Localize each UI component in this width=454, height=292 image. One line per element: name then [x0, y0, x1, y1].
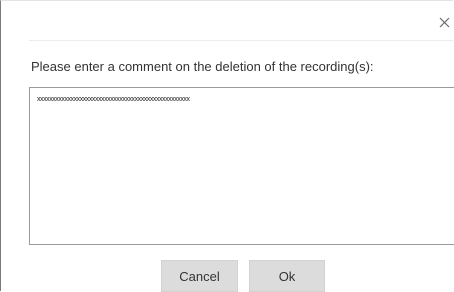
delete-comment-dialog: Please enter a comment on the deletion o… — [0, 0, 454, 292]
close-icon[interactable] — [437, 15, 453, 31]
header-divider — [29, 40, 453, 41]
ok-button[interactable]: Ok — [249, 260, 325, 292]
dialog-titlebar — [1, 1, 453, 39]
prompt-label: Please enter a comment on the deletion o… — [31, 59, 374, 74]
comment-textarea[interactable]: xxxxxxxxxxxxxxxxxxxxxxxxxxxxxxxxxxxxxxxx… — [29, 87, 454, 245]
cancel-button[interactable]: Cancel — [161, 260, 238, 292]
